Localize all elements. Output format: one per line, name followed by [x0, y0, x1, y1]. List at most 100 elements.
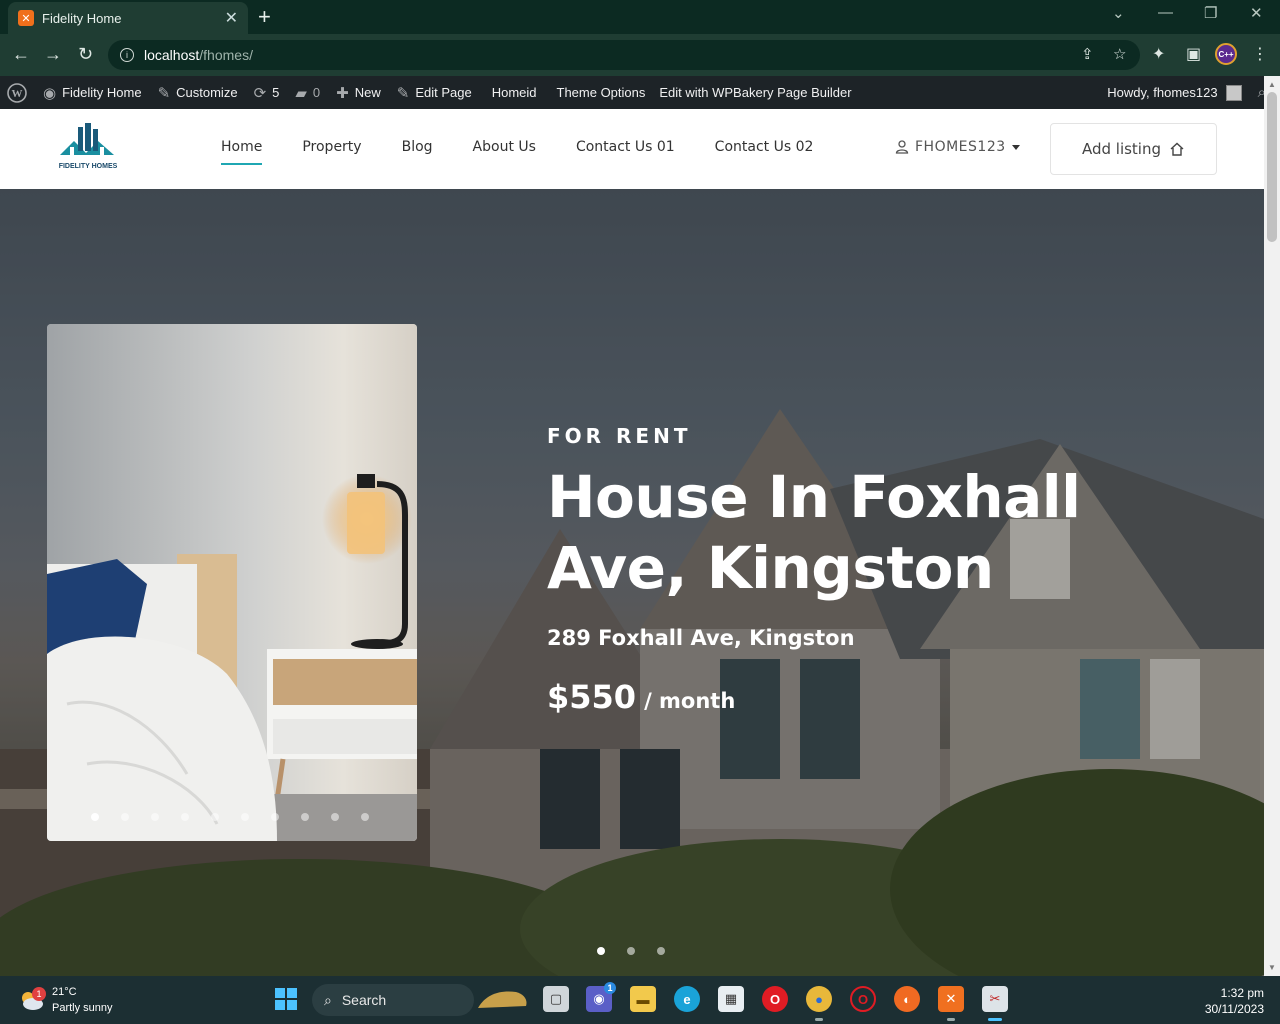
weather-widget[interactable]: 1 21°C Partly sunny — [18, 984, 113, 1016]
opera-gx-icon[interactable]: O — [850, 986, 876, 1012]
forward-icon[interactable]: → — [44, 44, 62, 65]
slide-dot-2[interactable] — [121, 813, 129, 821]
windows-start-icon[interactable] — [273, 986, 299, 1012]
address-bar[interactable]: i localhost /fhomes/ ⇪ ☆ — [108, 40, 1140, 70]
adminbar-wpbakery[interactable]: Edit with WPBakery Page Builder — [653, 76, 859, 109]
wordpress-logo-icon[interactable]: W — [0, 76, 35, 109]
comments-count: 0 — [312, 85, 321, 100]
slide-dot-9[interactable] — [331, 813, 339, 821]
nav-contact-us-01[interactable]: Contact Us 01 — [576, 139, 675, 155]
xampp-taskbar-icon[interactable]: ✕ — [938, 986, 964, 1012]
slide-dot-8[interactable] — [301, 813, 309, 821]
side-panel-icon[interactable]: ▣ — [1186, 44, 1201, 64]
user-dropdown[interactable]: FHOMES123 — [895, 139, 1020, 155]
site-info-icon[interactable]: i — [120, 48, 134, 62]
slide-dot-7[interactable] — [271, 813, 279, 821]
bookmark-star-icon[interactable]: ☆ — [1113, 40, 1126, 70]
updates-icon: ⟳ — [253, 84, 267, 102]
adminbar-account[interactable]: Howdy, fhomes123 — [1099, 76, 1249, 109]
reload-icon[interactable]: ↻ — [78, 44, 93, 65]
url-path: /fhomes/ — [199, 47, 253, 63]
add-listing-label: Add listing — [1081, 140, 1162, 158]
adminbar-new[interactable]: ✚ New — [328, 76, 389, 109]
slide-dot-3[interactable] — [151, 813, 159, 821]
room-image-card[interactable] — [47, 324, 417, 841]
adminbar-comments[interactable]: ▰ 0 — [287, 76, 328, 109]
listing-status: FOR RENT — [547, 424, 692, 448]
tab-search-icon[interactable]: ⌄ — [1112, 4, 1125, 22]
page-scrollbar[interactable]: ▲ ▼ — [1264, 76, 1280, 976]
listing-title[interactable]: House In Foxhall Ave, Kingston — [547, 462, 1227, 604]
adminbar-right: Howdy, fhomes123 ⌕ — [1099, 76, 1280, 109]
adminbar-updates[interactable]: ⟳ 5 — [246, 76, 288, 109]
hero-pagination — [597, 947, 665, 955]
microsoft-store-icon[interactable]: ▦ — [718, 986, 744, 1012]
slide-dot-1[interactable] — [597, 947, 605, 955]
restore-icon[interactable]: ❐ — [1204, 4, 1217, 22]
adminbar-customize[interactable]: ✎ Customize — [150, 76, 246, 109]
weather-temp: 21°C — [52, 986, 77, 998]
teams-chat-icon[interactable]: 1 ◉ — [586, 982, 616, 1012]
slide-dot-3[interactable] — [657, 947, 665, 955]
site-logo[interactable]: FIDELITY HOMES — [56, 121, 120, 177]
nav-blog[interactable]: Blog — [402, 139, 433, 155]
wp-admin-bar: W ◉ Fidelity Home ✎ Customize ⟳ 5 ▰ 0 ✚ … — [0, 76, 1280, 109]
clock-date: 30/11/2023 — [1204, 1002, 1264, 1016]
chrome-icon[interactable]: ● — [806, 986, 832, 1012]
browser-menu-icon[interactable]: ⋮ — [1252, 44, 1268, 64]
listing-price-row: $550 / month — [547, 678, 1227, 716]
scroll-up-icon[interactable]: ▲ — [1268, 80, 1276, 89]
search-highlight-icon[interactable] — [476, 986, 530, 1012]
chrome-running-indicator — [815, 1018, 823, 1021]
slide-dot-10[interactable] — [361, 813, 369, 821]
new-tab-icon[interactable]: + — [258, 4, 271, 30]
listing-price: $550 — [547, 678, 637, 716]
taskbar-clock[interactable]: 1:32 pm 30/11/2023 — [1205, 985, 1264, 1017]
extensions-puzzle-icon[interactable]: ✦ — [1152, 44, 1165, 64]
firefox-icon[interactable]: ◐ — [894, 986, 920, 1012]
browser-toolbar: ← → ↻ i localhost /fhomes/ ⇪ ☆ ✦ ▣ C++ ⋮ — [0, 34, 1280, 76]
taskbar-search[interactable]: ⌕ Search — [312, 984, 474, 1016]
xampp-icon: ✕ — [18, 10, 34, 26]
pencil-icon: ✎ — [396, 84, 410, 102]
task-view-icon[interactable]: ▢ — [543, 986, 569, 1012]
adminbar-homeid[interactable]: Homeid — [480, 76, 545, 109]
bedroom-image — [47, 324, 417, 841]
close-window-icon[interactable]: ✕ — [1250, 4, 1263, 22]
dashboard-icon: ◉ — [43, 84, 57, 102]
partly-sunny-icon: 1 — [18, 987, 46, 1011]
snipping-active-indicator — [988, 1018, 1002, 1021]
comment-icon: ▰ — [295, 84, 307, 102]
nav-property[interactable]: Property — [302, 139, 361, 155]
share-icon[interactable]: ⇪ — [1081, 40, 1094, 70]
snipping-tool-icon[interactable]: ✂ — [982, 986, 1008, 1012]
nav-contact-us-02[interactable]: Contact Us 02 — [715, 139, 814, 155]
caret-down-icon — [1011, 144, 1020, 150]
close-tab-icon[interactable]: ✕ — [225, 8, 238, 28]
slide-dot-4[interactable] — [181, 813, 189, 821]
add-listing-button[interactable]: Add listing — [1050, 123, 1217, 175]
slide-dot-1[interactable] — [91, 813, 99, 821]
browser-tabbar: ✕ Fidelity Home ✕ + ⌄ — ❐ ✕ — [0, 0, 1280, 34]
minimize-icon[interactable]: — — [1158, 4, 1173, 21]
user-icon — [895, 140, 909, 154]
nav-home[interactable]: Home — [221, 139, 263, 165]
xampp-running-indicator — [947, 1018, 955, 1021]
back-icon[interactable]: ← — [12, 44, 30, 65]
scroll-down-icon[interactable]: ▼ — [1268, 963, 1276, 972]
adminbar-theme-options[interactable]: Theme Options — [545, 76, 654, 109]
user-name: FHOMES123 — [915, 139, 1006, 155]
nav-about-us[interactable]: About Us — [473, 139, 536, 155]
scroll-thumb[interactable] — [1267, 92, 1277, 242]
browser-tab[interactable]: ✕ Fidelity Home ✕ — [8, 2, 248, 34]
opera-icon[interactable]: O — [762, 986, 788, 1012]
slide-dot-2[interactable] — [627, 947, 635, 955]
customize-label: Customize — [176, 85, 238, 100]
edge-icon[interactable]: e — [674, 986, 700, 1012]
file-explorer-icon[interactable]: ▬ — [630, 986, 656, 1012]
slide-dot-5[interactable] — [211, 813, 219, 821]
adminbar-edit-page[interactable]: ✎ Edit Page — [389, 76, 480, 109]
slide-dot-6[interactable] — [241, 813, 249, 821]
cpp-extension-icon[interactable]: C++ — [1215, 43, 1237, 65]
adminbar-site-name[interactable]: ◉ Fidelity Home — [35, 76, 150, 109]
